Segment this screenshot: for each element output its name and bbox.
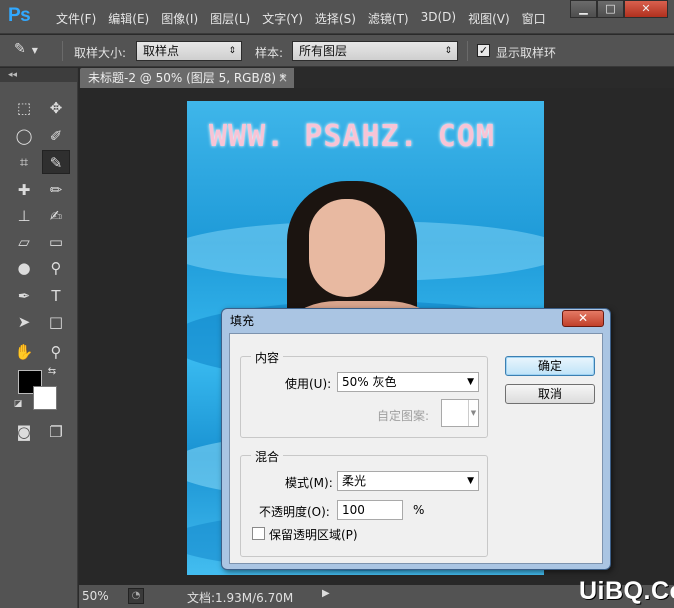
menu-select[interactable]: 选择(S) [309, 10, 362, 27]
menu-file[interactable]: 文件(F) [50, 10, 102, 27]
sample-layers-value: 所有图层 [299, 44, 348, 58]
separator [62, 41, 63, 61]
maximize-button[interactable]: □ [597, 0, 624, 18]
blur-tool-icon[interactable]: ● [10, 256, 38, 280]
dialog-title: 填充 [230, 314, 255, 328]
sample-size-value: 取样点 [143, 44, 180, 58]
sample-label: 样本: [255, 46, 284, 60]
move-tool-icon[interactable]: ✥ [42, 96, 70, 120]
zoom-level[interactable]: 50% [82, 589, 109, 603]
ok-button[interactable]: 确定 [505, 356, 595, 376]
document-tab[interactable]: 未标题-2 @ 50% (图层 5, RGB/8) * × [80, 68, 294, 88]
show-sampling-ring-checkbox[interactable]: ✓ [477, 44, 490, 57]
gradient-tool-icon[interactable]: ▭ [42, 230, 70, 254]
opacity-unit: % [413, 503, 425, 517]
photo-face [309, 199, 385, 297]
mode-value: 柔光 [342, 474, 367, 488]
close-button[interactable]: ✕ [624, 0, 668, 18]
contents-group: 内容 使用(U): 50% 灰色 ▼ 自定图案: ▼ [240, 349, 488, 438]
status-bar: 50% ◔ 文档:1.93M/6.70M ▶ UiBQ.CoM [79, 577, 674, 608]
brush-tool-icon[interactable]: ✏ [42, 178, 70, 202]
menu-layer[interactable]: 图层(L) [204, 10, 256, 27]
opacity-label: 不透明度(O): [259, 505, 330, 519]
toolbox-collapse-handle[interactable]: ◂◂ [0, 68, 77, 82]
history-brush-tool-icon[interactable]: ✍ [42, 204, 70, 228]
background-color-swatch[interactable] [33, 386, 57, 410]
menu-view[interactable]: 视图(V) [462, 10, 516, 27]
quick-selection-tool-icon[interactable]: ✐ [42, 124, 70, 148]
preserve-transparency-checkbox[interactable] [252, 527, 265, 540]
fill-dialog: 填充 ✕ 内容 使用(U): 50% 灰色 ▼ 自定图案: ▼ 混合 模式(M):… [221, 308, 611, 570]
sample-size-label: 取样大小: [74, 46, 127, 60]
show-sampling-ring-label: 显示取样环 [496, 46, 557, 60]
menu-image[interactable]: 图像(I) [155, 10, 204, 27]
toolbox: ◂◂ ⬚ ✥ ◯ ✐ ⌗ ✎ ✚ ✏ ⊥ ✍ ▱ ▭ ● ⚲ ✒ T ➤ □ ✋… [0, 68, 78, 608]
quick-mask-icon[interactable]: ◙ [10, 420, 38, 444]
marquee-tool-icon[interactable]: ⬚ [10, 96, 38, 120]
updown-arrow-icon: ⇕ [444, 46, 452, 56]
opacity-input[interactable]: 100 [337, 500, 403, 520]
site-watermark: UiBQ.CoM [579, 577, 674, 605]
lasso-tool-icon[interactable]: ◯ [10, 124, 38, 148]
status-info-icon[interactable]: ◔ [128, 588, 144, 604]
menu-edit[interactable]: 编辑(E) [102, 10, 155, 27]
hand-tool-icon[interactable]: ✋ [10, 340, 38, 364]
close-tab-icon[interactable]: × [278, 68, 288, 88]
chevron-down-icon: ▼ [467, 476, 474, 486]
options-bar: ✎ ▼ 取样大小: 取样点 ⇕ 样本: 所有图层 ⇕ ✓ 显示取样环 [0, 35, 674, 67]
use-label: 使用(U): [285, 377, 332, 391]
check-icon: ✓ [478, 44, 489, 57]
path-selection-tool-icon[interactable]: ➤ [10, 310, 38, 334]
menu-filter[interactable]: 滤镜(T) [362, 10, 415, 27]
status-menu-arrow-icon[interactable]: ▶ [322, 588, 330, 599]
contents-group-title: 内容 [251, 349, 284, 366]
pen-tool-icon[interactable]: ✒ [10, 284, 38, 308]
chevron-down-icon: ▼ [467, 377, 474, 387]
dodge-tool-icon[interactable]: ⚲ [42, 256, 70, 280]
preserve-transparency-label: 保留透明区域(P) [269, 528, 358, 542]
rectangle-tool-icon[interactable]: □ [42, 310, 70, 334]
zoom-tool-icon[interactable]: ⚲ [42, 340, 70, 364]
type-tool-icon[interactable]: T [42, 284, 70, 308]
eyedropper-tool-preset[interactable]: ✎ ▼ [14, 41, 54, 61]
eraser-tool-icon[interactable]: ▱ [10, 230, 38, 254]
sample-size-select[interactable]: 取样点 ⇕ [136, 41, 242, 61]
updown-arrow-icon: ⇕ [228, 46, 236, 56]
clone-stamp-tool-icon[interactable]: ⊥ [10, 204, 38, 228]
use-value: 50% 灰色 [342, 375, 397, 389]
use-select[interactable]: 50% 灰色 ▼ [337, 372, 479, 392]
separator [467, 41, 468, 61]
canvas-watermark: WWW. PSAHZ. COM [209, 119, 495, 154]
default-colors-icon[interactable]: ◪ [10, 396, 26, 412]
menu-3d[interactable]: 3D(D) [415, 10, 462, 27]
menu-bar: Ps 文件(F) 编辑(E) 图像(I) 图层(L) 文字(Y) 选择(S) 滤… [0, 0, 674, 34]
cancel-button[interactable]: 取消 [505, 384, 595, 404]
sample-layers-select[interactable]: 所有图层 ⇕ [292, 41, 458, 61]
eyedropper-icon: ✎ [14, 41, 26, 57]
dialog-close-button[interactable]: ✕ [562, 310, 604, 327]
document-size-info: 文档:1.93M/6.70M [187, 591, 294, 605]
custom-pattern-picker[interactable]: ▼ [441, 399, 479, 427]
photoshop-logo: Ps [8, 5, 31, 26]
blending-group: 混合 模式(M): 柔光 ▼ 不透明度(O): 100 % 保留透明区域(P) [240, 448, 488, 557]
menu-window[interactable]: 窗口 [516, 10, 552, 27]
healing-brush-tool-icon[interactable]: ✚ [10, 178, 38, 202]
screen-mode-icon[interactable]: ❐ [42, 420, 70, 444]
document-tab-title: 未标题-2 @ 50% (图层 5, RGB/8) * [88, 71, 286, 85]
swap-colors-icon[interactable]: ⇆ [44, 364, 60, 380]
blending-group-title: 混合 [251, 448, 284, 465]
window-controls: ▁ □ ✕ [570, 0, 668, 18]
mode-label: 模式(M): [285, 476, 333, 490]
eyedropper-tool-icon[interactable]: ✎ [42, 150, 70, 174]
menu-items: 文件(F) 编辑(E) 图像(I) 图层(L) 文字(Y) 选择(S) 滤镜(T… [50, 10, 552, 27]
dialog-body: 内容 使用(U): 50% 灰色 ▼ 自定图案: ▼ 混合 模式(M): 柔光 ▼ … [229, 333, 603, 564]
menu-type[interactable]: 文字(Y) [256, 10, 309, 27]
chevron-down-icon: ▼ [31, 46, 38, 55]
custom-pattern-label: 自定图案: [377, 409, 430, 423]
chevron-down-icon: ▼ [468, 400, 478, 426]
minimize-button[interactable]: ▁ [570, 0, 597, 18]
mode-select[interactable]: 柔光 ▼ [337, 471, 479, 491]
crop-tool-icon[interactable]: ⌗ [10, 150, 38, 174]
